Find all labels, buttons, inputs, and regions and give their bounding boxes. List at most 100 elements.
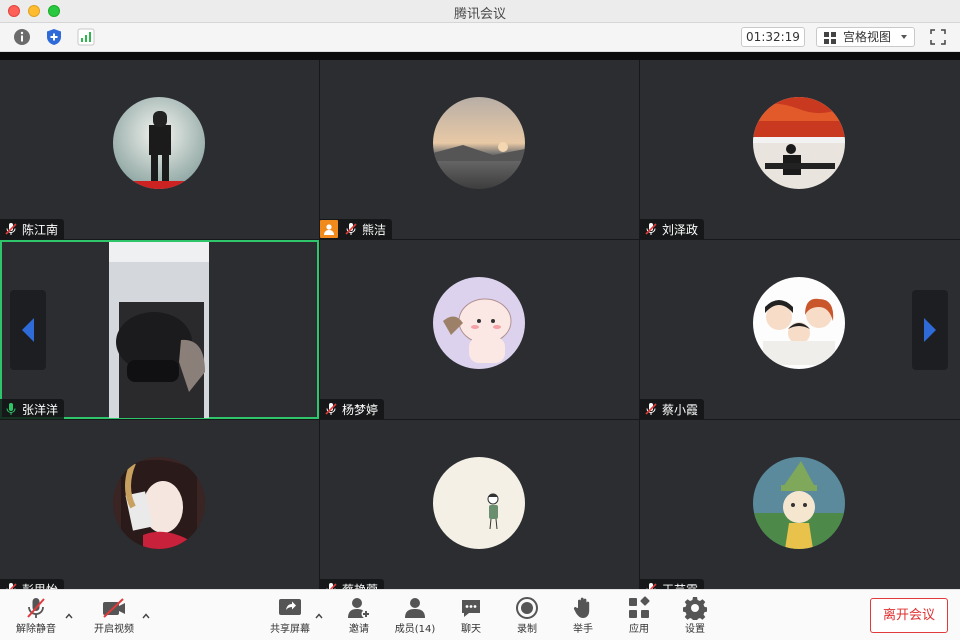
avatar (433, 97, 525, 189)
participant-name: 蔡小霞 (662, 402, 699, 417)
participant-name: 熊洁 (362, 222, 387, 237)
mic-muted-icon (325, 403, 337, 415)
grid-view-icon (824, 32, 836, 44)
chevron-right-icon (924, 318, 936, 342)
top-toolbar: 01:32:19 宫格视图 (0, 23, 960, 52)
chevron-down-icon (901, 35, 907, 39)
leave-meeting-button[interactable]: 离开会议 (870, 598, 948, 633)
window-title: 腾讯会议 (453, 7, 506, 22)
participant-tile-active-speaker[interactable]: 张洋洋 (0, 240, 319, 419)
title-bar: 腾讯会议 (0, 0, 960, 23)
participant-nametag: 陈江南 (0, 219, 65, 239)
security-shield-icon[interactable] (44, 27, 64, 47)
unmute-button[interactable]: 解除静音 (16, 590, 56, 640)
participant-name: 蔡艳蓉 (342, 581, 378, 590)
start-video-label: 开启视频 (94, 624, 134, 635)
participant-name: 彭思怡 (22, 581, 58, 590)
chat-button[interactable]: 聊天 (451, 590, 491, 640)
participant-tile[interactable]: 陈江南 (0, 60, 319, 239)
settings-label: 设置 (685, 624, 705, 635)
mic-muted-icon (6, 583, 17, 589)
participant-tile[interactable]: 刘泽政 (640, 60, 960, 239)
meeting-timer: 01:32:19 (741, 27, 805, 47)
members-button[interactable]: 成员(14) (395, 590, 435, 640)
apps-icon (629, 596, 650, 618)
participant-tile[interactable]: 王芸霞 (640, 420, 960, 589)
unmute-label: 解除静音 (16, 624, 56, 635)
invite-button[interactable]: 邀请 (339, 590, 379, 640)
participant-nametag: 王芸霞 (640, 579, 705, 590)
chevron-up-icon[interactable] (65, 612, 73, 620)
participant-nametag: 张洋洋 (0, 399, 65, 419)
participant-name: 刘泽政 (662, 222, 699, 237)
members-icon (405, 598, 425, 618)
participant-tile[interactable]: 蔡艳蓉 (320, 420, 639, 589)
apps-label: 应用 (629, 624, 649, 635)
video-grid: 陈江南 熊洁 刘泽政 张洋洋 杨梦婷 蔡小霞 (0, 60, 960, 589)
record-button[interactable]: 录制 (507, 590, 547, 640)
participant-nametag: 杨梦婷 (320, 399, 385, 419)
info-icon[interactable] (12, 27, 32, 47)
participant-name: 陈江南 (22, 222, 59, 237)
add-user-icon (348, 598, 371, 619)
mic-active-icon (6, 403, 16, 415)
participant-nametag: 蔡小霞 (640, 399, 705, 419)
top-divider (0, 52, 960, 60)
participant-nametag: 刘泽政 (640, 219, 705, 239)
participant-name: 张洋洋 (22, 402, 59, 417)
participant-name: 杨梦婷 (342, 402, 379, 417)
avatar (113, 97, 205, 189)
share-screen-button[interactable]: 共享屏幕 (270, 590, 310, 640)
mic-muted-icon (326, 583, 337, 589)
raise-hand-icon (573, 597, 590, 618)
fullscreen-icon[interactable] (929, 28, 949, 46)
view-mode-label: 宫格视图 (843, 30, 892, 44)
avatar (433, 457, 525, 549)
record-label: 录制 (517, 624, 537, 635)
meeting-controls: 解除静音 开启视频 共享屏幕 邀请 成员(14) 聊天 录制 举手 应用 设置 … (0, 589, 960, 640)
raise-hand-label: 举手 (573, 624, 593, 635)
participant-nametag: 熊洁 (320, 219, 393, 239)
mic-muted-icon (646, 583, 657, 589)
participant-video (109, 242, 209, 418)
mic-muted-icon (5, 223, 17, 235)
chevron-up-icon[interactable] (142, 612, 150, 620)
chevron-left-icon (22, 318, 34, 342)
previous-page-button[interactable] (10, 290, 46, 370)
avatar (753, 457, 845, 549)
mic-muted-icon (345, 223, 357, 235)
meeting-window: 腾讯会议 01:32:19 宫格视图 陈江南 熊洁 刘泽政 张洋洋 杨梦婷 蔡小… (0, 0, 960, 640)
network-signal-icon[interactable] (76, 27, 96, 47)
participant-nametag: 彭思怡 (0, 579, 65, 590)
camera-off-icon (103, 598, 125, 618)
start-video-button[interactable]: 开启视频 (94, 590, 134, 640)
host-icon (320, 220, 338, 238)
avatar (113, 457, 205, 549)
participant-tile[interactable]: 熊洁 (320, 60, 639, 239)
raise-hand-button[interactable]: 举手 (563, 590, 603, 640)
mic-muted-icon (27, 598, 45, 618)
mic-muted-icon (645, 223, 657, 235)
share-screen-label: 共享屏幕 (270, 624, 310, 635)
apps-button[interactable]: 应用 (619, 590, 659, 640)
invite-label: 邀请 (349, 624, 369, 635)
members-label: 成员(14) (394, 624, 436, 635)
view-mode-dropdown[interactable]: 宫格视图 (816, 27, 915, 47)
participant-tile[interactable]: 蔡小霞 (640, 240, 960, 419)
avatar (753, 277, 845, 369)
participant-nametag: 蔡艳蓉 (320, 579, 385, 590)
avatar (753, 97, 845, 189)
mic-muted-icon (645, 403, 657, 415)
record-icon (516, 597, 538, 619)
chat-icon (462, 600, 480, 617)
settings-button[interactable]: 设置 (675, 590, 715, 640)
participant-tile[interactable]: 彭思怡 (0, 420, 319, 589)
participant-tile[interactable]: 杨梦婷 (320, 240, 639, 419)
avatar (433, 277, 525, 369)
gear-icon (683, 597, 707, 620)
participant-name: 王芸霞 (662, 581, 698, 590)
chevron-up-icon[interactable] (315, 612, 323, 620)
chat-label: 聊天 (461, 624, 481, 635)
share-screen-icon (279, 599, 301, 615)
next-page-button[interactable] (912, 290, 948, 370)
